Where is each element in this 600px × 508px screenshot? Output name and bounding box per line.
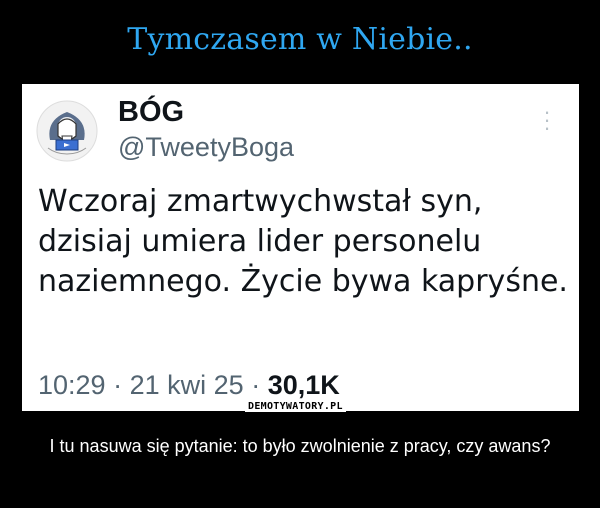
display-name[interactable]: BÓG <box>118 96 184 129</box>
view-count: 30,1K <box>267 370 340 400</box>
avatar[interactable] <box>36 100 98 162</box>
caption: I tu nasuwa się pytanie: to było zwolnie… <box>49 436 551 456</box>
tweet-date[interactable]: 21 kwi 25 <box>130 370 244 400</box>
meta-separator: · <box>251 370 261 400</box>
meta-separator: · <box>113 370 123 400</box>
tweet-card: BÓG @TweetyBoga · · · Wczoraj zmartwychwst… <box>22 84 579 411</box>
page-title: Tymczasem w Niebie.. <box>127 22 473 57</box>
user-handle[interactable]: @TweetyBoga <box>118 132 294 163</box>
tweet-meta: 10:29 · 21 kwi 25 · 30,1K <box>38 370 340 401</box>
tweet-time[interactable]: 10:29 <box>38 370 106 400</box>
watermark: DEMOTYWATORY.PL <box>245 401 346 412</box>
more-vertical-icon[interactable]: · · · <box>540 101 554 139</box>
avatar-image <box>36 100 98 162</box>
tweet-text: Wczoraj zmartwychwstał syn, dzisiaj umie… <box>38 184 568 299</box>
